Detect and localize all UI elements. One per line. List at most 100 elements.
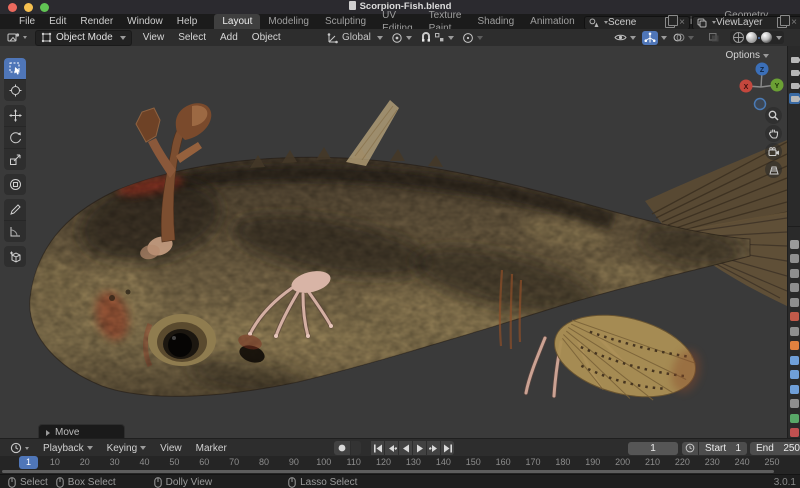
shading-wireframe-button[interactable] xyxy=(733,32,744,43)
properties-tab-render[interactable] xyxy=(790,254,799,263)
show-overlays-button[interactable] xyxy=(669,30,698,45)
viewport-menu-item[interactable]: View xyxy=(136,32,172,43)
auto-keying-button[interactable] xyxy=(334,441,350,455)
pivot-point-dropdown[interactable] xyxy=(387,30,416,45)
status-hint: Box Select xyxy=(56,477,116,488)
new-scene-icon[interactable] xyxy=(665,17,675,28)
toggle-xray-button[interactable] xyxy=(704,30,724,45)
next-keyframe-button[interactable] xyxy=(427,441,440,455)
viewport-menu-item[interactable]: Add xyxy=(213,32,245,43)
gizmo-z-axis[interactable]: Z xyxy=(756,63,769,76)
menu-item[interactable]: Help xyxy=(170,16,205,27)
jump-to-start-button[interactable] xyxy=(371,441,384,455)
properties-tab-particles[interactable] xyxy=(790,370,799,379)
properties-tab-tool[interactable] xyxy=(790,240,799,249)
timeline-menu-item[interactable]: View xyxy=(153,443,189,454)
workspace-tab[interactable]: Sculpting xyxy=(317,14,374,29)
tool-move[interactable] xyxy=(4,105,26,127)
show-gizmo-button[interactable] xyxy=(640,30,669,45)
view-layer-selector[interactable]: ViewLayer × xyxy=(692,16,800,30)
snap-settings-dropdown[interactable] xyxy=(432,30,458,45)
properties-tab-object-data[interactable] xyxy=(790,414,799,423)
properties-tab-world[interactable] xyxy=(790,312,799,321)
jump-to-end-button[interactable] xyxy=(441,441,454,455)
editor-type-dropdown[interactable] xyxy=(3,30,31,45)
outliner-item-camera[interactable] xyxy=(789,80,800,91)
scorpion-fish-model[interactable] xyxy=(0,46,787,438)
snap-toggle-button[interactable] xyxy=(416,30,432,45)
workspace-tab[interactable]: Animation xyxy=(522,14,582,29)
previous-keyframe-button[interactable] xyxy=(385,441,398,455)
ruler-frame-number: 10 xyxy=(50,457,60,467)
unlink-scene-icon[interactable]: × xyxy=(679,17,685,28)
properties-tab-material[interactable] xyxy=(790,428,799,437)
timeline-editor-dropdown[interactable] xyxy=(3,442,36,454)
workspace-tab[interactable]: Shading xyxy=(469,14,522,29)
outliner-item-camera[interactable] xyxy=(789,67,800,78)
play-button[interactable] xyxy=(413,441,426,455)
keying-set-dropdown[interactable] xyxy=(351,441,361,455)
viewport-3d[interactable]: Options xyxy=(0,46,787,438)
timeline-menu-label: View xyxy=(160,443,182,454)
proportional-editing-button[interactable] xyxy=(458,30,487,45)
current-frame-field[interactable]: 1 xyxy=(628,442,678,455)
perspective-ortho-button[interactable] xyxy=(765,161,782,178)
end-frame-field[interactable]: End 250 xyxy=(750,442,800,455)
shading-solid-button[interactable] xyxy=(746,32,757,43)
camera-view-button[interactable] xyxy=(765,143,782,160)
outliner-item-camera[interactable] xyxy=(789,93,800,104)
tool-rotate[interactable] xyxy=(4,127,26,149)
tool-measure[interactable] xyxy=(4,221,26,242)
properties-tab-object[interactable] xyxy=(790,341,799,350)
workspace-tab[interactable]: Modeling xyxy=(260,14,317,29)
menu-item[interactable]: File xyxy=(12,16,42,27)
menu-item[interactable]: Window xyxy=(120,16,170,27)
outliner-item-camera[interactable] xyxy=(789,54,800,65)
transform-orientation-dropdown[interactable]: Global xyxy=(323,30,387,45)
properties-tab-constraints[interactable] xyxy=(790,399,799,408)
menu-item[interactable]: Render xyxy=(73,16,120,27)
use-preview-range-button[interactable] xyxy=(682,442,698,455)
new-view-layer-icon[interactable] xyxy=(777,17,787,28)
tool-add-cube[interactable] xyxy=(4,246,26,267)
viewport-menu-item[interactable]: Select xyxy=(171,32,213,43)
gizmo-y-axis[interactable]: Y xyxy=(771,79,784,92)
tool-transform[interactable] xyxy=(4,174,26,195)
tool-scale[interactable] xyxy=(4,149,26,170)
pan-view-button[interactable] xyxy=(765,125,782,142)
menu-item[interactable]: Edit xyxy=(42,16,73,27)
play-reverse-button[interactable] xyxy=(399,441,412,455)
shading-rendered-button[interactable] xyxy=(761,32,772,43)
properties-tab-scene[interactable] xyxy=(790,298,799,307)
properties-tab-view-layer[interactable] xyxy=(790,283,799,292)
tool-select-box[interactable] xyxy=(4,58,26,80)
properties-tab-collection[interactable] xyxy=(790,327,799,336)
start-frame-field[interactable]: Start 1 xyxy=(699,442,747,455)
mode-dropdown[interactable]: Object Mode xyxy=(35,30,132,46)
ruler-frame-number: 40 xyxy=(140,457,150,467)
editor-type-icon xyxy=(7,32,20,44)
properties-tab-output[interactable] xyxy=(790,269,799,278)
playhead[interactable]: 1 xyxy=(19,456,38,469)
properties-tab-physics[interactable] xyxy=(790,385,799,394)
scene-selector[interactable]: Scene × xyxy=(584,16,690,30)
remove-view-layer-icon[interactable]: × xyxy=(791,17,797,28)
timeline-ruler[interactable]: 1 10203040506070809010011012013014015016… xyxy=(0,456,800,469)
gizmo-x-axis[interactable]: X xyxy=(740,80,753,93)
object-visibility-dropdown[interactable] xyxy=(610,30,640,45)
zoom-view-button[interactable] xyxy=(765,107,782,124)
operator-panel[interactable]: Move xyxy=(38,424,125,438)
chevron-down-icon xyxy=(688,36,694,40)
properties-tab-modifiers[interactable] xyxy=(790,356,799,365)
timeline-menu-item[interactable]: Marker xyxy=(189,443,234,454)
tool-cursor[interactable] xyxy=(4,80,26,101)
timeline-menu-item[interactable]: Keying xyxy=(100,443,154,454)
timeline-menu-item[interactable]: Playback xyxy=(36,443,100,454)
tool-annotate[interactable] xyxy=(4,199,26,221)
visibility-filter-icon xyxy=(614,32,627,43)
navigation-gizmo[interactable]: Z X Y xyxy=(733,56,787,114)
viewport-menu-item[interactable]: Object xyxy=(245,32,288,43)
workspace-tab[interactable]: Layout xyxy=(214,14,260,29)
scrollbar-thumb[interactable] xyxy=(2,470,774,473)
gizmo-negative-z-axis[interactable] xyxy=(755,99,766,110)
